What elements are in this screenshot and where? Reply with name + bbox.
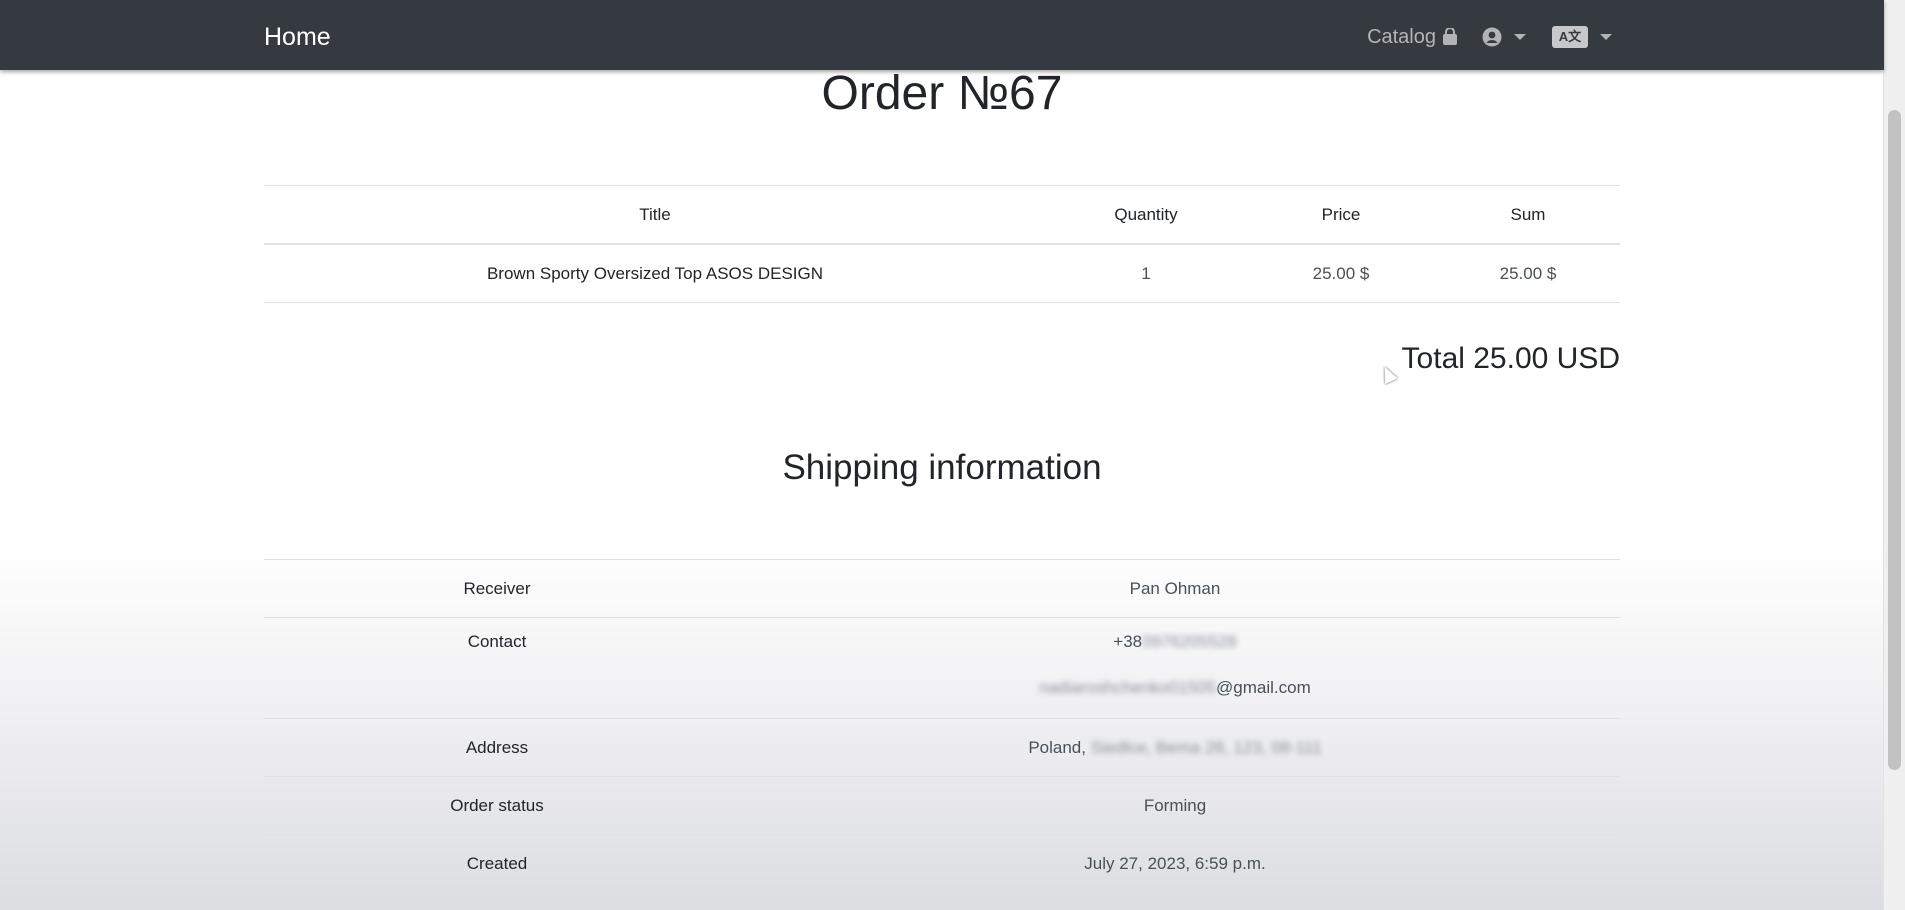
email-domain: @gmail.com	[1216, 678, 1311, 697]
table-row: Contact +380976205528 nadiaroshchenko015…	[264, 617, 1620, 719]
address-value: Poland, Siedlce, Bema 28, 123, 08-111	[730, 718, 1620, 777]
order-title: Order №67	[821, 67, 1063, 120]
order-status-value: Forming	[730, 776, 1620, 835]
email-blurred: nadiaroshchenko01505	[1039, 678, 1217, 697]
column-header-title: Title	[264, 185, 1046, 245]
item-price-cell: 25.00 $	[1246, 243, 1436, 303]
top-navbar: Home Catalog A文	[0, 0, 1884, 70]
catalog-label: Catalog	[1367, 25, 1436, 48]
order-status-label: Order status	[264, 776, 730, 835]
contact-label: Contact	[264, 617, 730, 719]
chevron-down-icon	[1514, 34, 1526, 40]
contact-email: nadiaroshchenko01505@gmail.com	[730, 678, 1620, 698]
user-circle-icon	[1482, 27, 1502, 47]
contact-phone: +380976205528	[730, 632, 1620, 678]
phone-prefix: +38	[1113, 632, 1143, 651]
address-label: Address	[264, 718, 730, 777]
column-header-price: Price	[1246, 185, 1436, 245]
language-dropdown[interactable]: A文	[1552, 26, 1612, 48]
user-dropdown[interactable]	[1482, 27, 1526, 47]
column-header-sum: Sum	[1436, 185, 1620, 245]
table-row: Created July 27, 2023, 6:59 p.m.	[264, 834, 1620, 892]
shipping-title: Shipping information	[782, 448, 1102, 487]
receiver-label: Receiver	[264, 559, 730, 618]
vertical-scrollbar[interactable]	[1883, 0, 1905, 910]
shipping-table: Receiver Pan Ohman Contact +380976205528…	[264, 559, 1620, 892]
table-row: Order status Forming	[264, 776, 1620, 835]
item-quantity-cell: 1	[1046, 243, 1246, 303]
table-row: Brown Sporty Oversized Top ASOS DESIGN 1…	[264, 243, 1620, 303]
order-total: Total 25.00 USD	[1401, 342, 1620, 375]
address-blurred: Siedlce, Bema 28, 123, 08-111	[1090, 737, 1322, 757]
column-header-quantity: Quantity	[1046, 185, 1246, 245]
item-title-cell: Brown Sporty Oversized Top ASOS DESIGN	[264, 243, 1046, 303]
table-row: Receiver Pan Ohman	[264, 559, 1620, 618]
home-link[interactable]: Home	[264, 0, 331, 74]
item-sum-cell: 25.00 $	[1436, 243, 1620, 303]
order-items-table: Title Quantity Price Sum Brown Sporty Ov…	[264, 185, 1620, 303]
browser-viewport: Home Catalog A文 Order №67 Title Quantity…	[0, 0, 1905, 910]
shopping-bag-icon	[1443, 28, 1457, 45]
scrollbar-thumb[interactable]	[1888, 110, 1901, 770]
language-icon: A文	[1552, 26, 1588, 48]
chevron-down-icon	[1600, 34, 1612, 40]
table-row: Address Poland, Siedlce, Bema 28, 123, 0…	[264, 718, 1620, 777]
phone-blurred: 0976205528	[1142, 632, 1237, 651]
contact-value: +380976205528 nadiaroshchenko01505@gmail…	[730, 617, 1620, 719]
created-value: July 27, 2023, 6:59 p.m.	[730, 834, 1620, 892]
created-label: Created	[264, 834, 730, 892]
receiver-value: Pan Ohman	[730, 559, 1620, 618]
address-country: Poland,	[1028, 737, 1086, 757]
navbar-right: Catalog A文	[1367, 0, 1612, 74]
catalog-link[interactable]: Catalog	[1367, 26, 1458, 49]
mouse-cursor-icon	[1378, 363, 1398, 385]
table-header-row: Title Quantity Price Sum	[264, 185, 1620, 245]
